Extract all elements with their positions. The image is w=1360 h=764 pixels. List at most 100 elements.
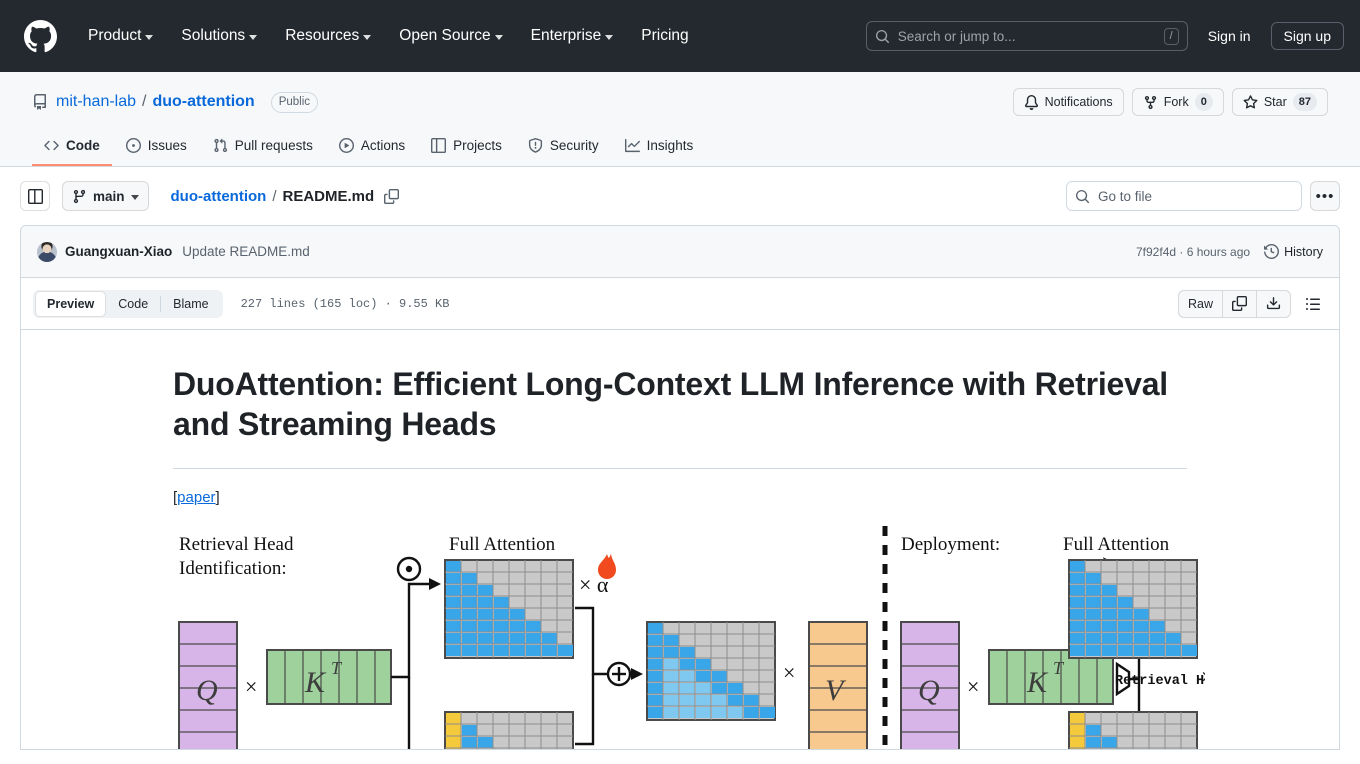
tab-label: Projects bbox=[453, 138, 502, 153]
figure-deployment-label: Deployment: bbox=[901, 534, 1000, 555]
breadcrumb-repo-link[interactable]: duo-attention bbox=[171, 188, 267, 205]
repository-header: mit-han-lab / duo-attention Public Notif… bbox=[0, 72, 1360, 167]
search-placeholder: Search or jump to... bbox=[897, 28, 1016, 44]
figure-label-kt-right: K bbox=[1026, 666, 1049, 699]
view-preview-button[interactable]: Preview bbox=[35, 290, 107, 317]
repository-tabs: Code Issues Pull requests Actions Projec… bbox=[32, 130, 1328, 166]
paper-line: [paper] bbox=[173, 487, 1187, 510]
breadcrumb-current-file: README.md bbox=[282, 187, 375, 205]
nav-label: Resources bbox=[285, 27, 360, 44]
tab-label: Actions bbox=[360, 138, 406, 153]
tab-security[interactable]: Security bbox=[516, 130, 611, 166]
figure-label-q-right: Q bbox=[918, 674, 940, 707]
tab-actions[interactable]: Actions bbox=[327, 130, 417, 166]
search-input[interactable]: Search or jump to... / bbox=[865, 21, 1188, 51]
nav-item-solutions[interactable]: Solutions bbox=[167, 19, 271, 53]
chevron-down-icon bbox=[145, 34, 154, 40]
commit-meta-group: 7f92f4d · 6 hours ago History bbox=[1136, 244, 1323, 259]
nav-label: Enterprise bbox=[530, 27, 602, 44]
nav-item-pricing[interactable]: Pricing bbox=[627, 19, 702, 53]
nav-item-resources[interactable]: Resources bbox=[271, 19, 385, 53]
bell-icon bbox=[1024, 94, 1038, 110]
download-icon bbox=[1266, 297, 1281, 310]
header-right-group: Search or jump to... / Sign in Sign up bbox=[865, 21, 1344, 51]
figure-left-heading-line1: Retrieval Head bbox=[179, 534, 294, 555]
file-view-toolbar: Preview Code Blame 227 lines (165 loc) ·… bbox=[20, 278, 1340, 330]
figure-attention-grid-streaming-right bbox=[1068, 710, 1198, 749]
repo-name-link[interactable]: duo-attention bbox=[152, 93, 254, 111]
search-shortcut-badge: / bbox=[1163, 27, 1179, 45]
figure-times-4: × bbox=[1201, 664, 1205, 689]
figure-label-kt: K bbox=[304, 666, 327, 699]
search-icon bbox=[875, 29, 889, 43]
star-button[interactable]: Star 87 bbox=[1231, 88, 1328, 116]
commit-sha-and-time[interactable]: 7f92f4d · 6 hours ago bbox=[1136, 245, 1250, 259]
view-code-button[interactable]: Code bbox=[106, 291, 160, 317]
search-icon bbox=[1075, 189, 1090, 203]
figure-combined-attention-grid bbox=[646, 620, 776, 721]
sign-up-button[interactable]: Sign up bbox=[1270, 22, 1344, 50]
chevron-down-icon bbox=[605, 34, 614, 40]
chevron-down-icon bbox=[494, 34, 503, 40]
file-view-switcher: Preview Code Blame bbox=[33, 289, 223, 318]
breadcrumb-separator: / bbox=[272, 187, 277, 205]
tab-label: Code bbox=[66, 138, 100, 153]
figure-times-1: × bbox=[245, 674, 257, 699]
nav-item-enterprise[interactable]: Enterprise bbox=[517, 19, 628, 53]
code-icon bbox=[44, 138, 59, 153]
branch-icon bbox=[73, 189, 86, 203]
commit-author[interactable]: Guangxuan-Xiao bbox=[65, 244, 172, 259]
history-label: History bbox=[1284, 244, 1323, 259]
commit-message[interactable]: Update README.md bbox=[182, 244, 310, 259]
repository-actions: Notifications Fork 0 Star 87 bbox=[1012, 88, 1328, 116]
go-to-file-placeholder: Go to file bbox=[1098, 188, 1153, 204]
go-to-file-input[interactable]: Go to file bbox=[1066, 181, 1302, 211]
branch-selector[interactable]: main bbox=[62, 181, 149, 211]
nav-label: Open Source bbox=[399, 27, 491, 44]
outline-button[interactable] bbox=[1299, 290, 1327, 318]
copy-raw-button[interactable] bbox=[1223, 290, 1257, 317]
nav-label: Solutions bbox=[181, 27, 246, 44]
history-link[interactable]: History bbox=[1264, 244, 1323, 259]
download-button[interactable] bbox=[1257, 291, 1290, 317]
figure-q-matrix-right: Q bbox=[900, 620, 960, 749]
kebab-horizontal-icon[interactable]: ••• bbox=[1310, 181, 1340, 211]
notifications-button[interactable]: Notifications bbox=[1012, 88, 1124, 116]
tab-projects[interactable]: Projects bbox=[419, 130, 514, 166]
paper-link[interactable]: paper bbox=[177, 489, 215, 506]
duoattention-figure-svg: Retrieval Head Identification: Q × K T F… bbox=[173, 521, 1205, 749]
tab-insights[interactable]: Insights bbox=[613, 130, 706, 166]
copy-icon[interactable] bbox=[384, 188, 400, 204]
history-icon bbox=[1264, 244, 1280, 259]
figure-attention-grid-full-left bbox=[444, 558, 574, 659]
sign-in-link[interactable]: Sign in bbox=[1200, 24, 1259, 48]
list-unordered-icon bbox=[1306, 297, 1320, 310]
fork-button[interactable]: Fork 0 bbox=[1131, 88, 1224, 116]
copy-icon bbox=[1232, 296, 1247, 311]
tab-pull-requests[interactable]: Pull requests bbox=[201, 130, 325, 166]
figure-times-3: × bbox=[967, 674, 979, 699]
play-icon bbox=[338, 138, 354, 153]
figure-full-attention-right-label: Full Attention bbox=[1063, 534, 1170, 555]
raw-button[interactable]: Raw bbox=[1179, 290, 1223, 317]
visibility-badge: Public bbox=[270, 91, 319, 113]
tab-code[interactable]: Code bbox=[32, 130, 112, 166]
github-mark-icon[interactable] bbox=[24, 19, 58, 53]
repo-name-separator: / bbox=[142, 93, 147, 110]
figure-retrieval-head-question: Retrieval Head? bbox=[1115, 674, 1205, 689]
nav-label: Pricing bbox=[641, 27, 689, 44]
nav-item-open-source[interactable]: Open Source bbox=[385, 19, 516, 53]
avatar[interactable] bbox=[37, 241, 57, 262]
chevron-down-icon bbox=[130, 194, 139, 200]
view-blame-button[interactable]: Blame bbox=[161, 291, 220, 317]
file-nav-right-group: Go to file ••• bbox=[1066, 181, 1340, 211]
tab-issues[interactable]: Issues bbox=[114, 130, 199, 166]
figure-plus-circle bbox=[606, 661, 632, 686]
figure-left-heading-line2: Identification: bbox=[179, 558, 287, 579]
star-label: Star bbox=[1263, 95, 1287, 109]
star-count: 87 bbox=[1292, 93, 1317, 111]
figure-full-attention-left-label: Full Attention bbox=[449, 534, 556, 555]
repo-owner-link[interactable]: mit-han-lab bbox=[56, 93, 136, 111]
nav-item-product[interactable]: Product bbox=[74, 19, 167, 53]
sidebar-expand-icon[interactable] bbox=[20, 181, 50, 211]
